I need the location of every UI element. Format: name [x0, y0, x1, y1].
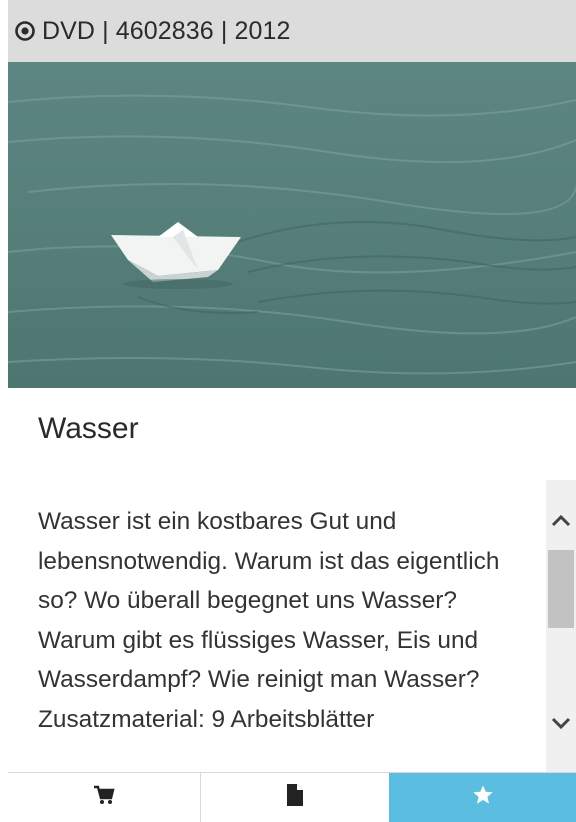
star-icon: [472, 784, 494, 811]
chevron-up-icon[interactable]: [546, 506, 576, 536]
description-scroll-area[interactable]: Wasser ist ein kostbares Gut und lebensn…: [8, 480, 576, 772]
scrollbar-thumb[interactable]: [548, 550, 574, 628]
cover-image[interactable]: [8, 62, 576, 388]
add-to-cart-button[interactable]: [8, 773, 201, 822]
favorite-button[interactable]: [389, 773, 576, 822]
document-icon: [286, 784, 303, 811]
media-meta-text: DVD | 4602836 | 2012: [42, 16, 291, 45]
dot-circle-icon: [14, 20, 36, 42]
item-title: Wasser: [38, 412, 139, 445]
cart-icon: [93, 785, 115, 810]
description-scrollbar[interactable]: [546, 480, 576, 772]
document-button[interactable]: [200, 773, 390, 822]
chevron-down-icon[interactable]: [546, 708, 576, 738]
media-card: DVD | 4602836 | 2012 Wasser Wasser ist e…: [8, 0, 576, 822]
item-description: Wasser ist ein kostbares Gut und lebensn…: [38, 508, 500, 733]
card-action-bar: [8, 772, 576, 822]
media-meta-bar: DVD | 4602836 | 2012: [8, 0, 576, 62]
